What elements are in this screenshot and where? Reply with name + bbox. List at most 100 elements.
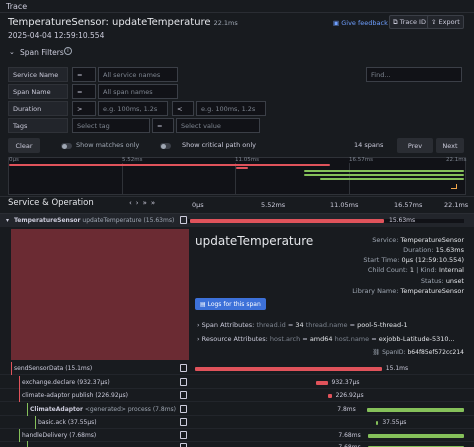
attr-value: exjobb-Latitude-5310... — [378, 335, 455, 343]
logs-icon[interactable] — [180, 418, 187, 426]
duration-max-input[interactable]: e.g. 100ms, 1.2s — [196, 101, 266, 116]
span-name-select[interactable]: All span names — [98, 84, 178, 99]
next-button[interactable]: Next — [436, 138, 464, 153]
attr-key: thread.id — [256, 321, 286, 329]
attr-key: thread.name — [305, 321, 348, 329]
span-id-label: SpanID: — [382, 349, 406, 356]
trace-duration: 22.1ms — [213, 19, 238, 27]
detail-duration: Duration: 15.63ms — [403, 246, 464, 254]
tree-guide — [27, 403, 28, 416]
detail-child-value: 1 — [409, 266, 415, 274]
span-name: ClimateAdaptor <generated> process (7.8m… — [30, 406, 176, 413]
minimap-span — [304, 170, 464, 172]
duration-min-input[interactable]: e.g. 100ms, 1.2s — [98, 101, 168, 116]
minimap-span — [9, 164, 330, 166]
tag-operator[interactable]: = — [152, 118, 174, 133]
show-critical-toggle[interactable] — [160, 143, 171, 149]
detail-service: Service: TemperatureSensor — [372, 236, 464, 244]
trace-id-button[interactable]: ⧉ Trace ID — [389, 15, 430, 29]
axis-tick: 22.1ms — [444, 201, 469, 209]
logs-icon[interactable] — [180, 431, 187, 439]
prev-button[interactable]: Prev — [397, 138, 433, 153]
tag-select[interactable]: Select tag — [72, 118, 150, 133]
show-critical-label: Show critical path only — [182, 141, 257, 149]
logs-icon[interactable] — [180, 443, 187, 447]
detail-library-label: Library Name: — [352, 287, 399, 295]
resource-attributes-row[interactable]: › Resource Attributes: host.arch = amd64… — [197, 335, 455, 343]
span-bar[interactable] — [367, 408, 464, 412]
minimap-tick: 16.57ms — [349, 157, 373, 163]
give-feedback-label: Give feedback — [341, 19, 388, 27]
span-bar[interactable] — [328, 394, 332, 398]
span-attributes-row[interactable]: › Span Attributes: thread.id = 34 thread… — [197, 321, 408, 329]
logs-icon[interactable] — [180, 405, 187, 413]
attr-value: pool-5-thread-1 — [357, 321, 408, 329]
show-matches-label: Show matches only — [76, 141, 140, 149]
service-name-operator[interactable]: = — [72, 67, 96, 82]
logs-for-span-button[interactable]: ▤ Logs for this span — [195, 298, 266, 310]
axis-tick: 5.52ms — [261, 201, 286, 209]
expand-caret[interactable]: ▾ — [6, 217, 9, 224]
detail-library: Library Name: TemperatureSensor — [352, 287, 464, 295]
trace-title-text: TemperatureSensor: updateTemperature — [8, 17, 211, 28]
minimap-tick: 11.05ms — [235, 157, 259, 163]
trace-title: TemperatureSensor: updateTemperature 22.1… — [8, 17, 238, 28]
show-matches-toggle[interactable] — [61, 143, 72, 149]
trace-section-label: Trace — [6, 2, 28, 11]
axis-tick: 0μs — [192, 201, 204, 209]
detail-status-label: Status: — [420, 277, 444, 285]
service-name-label: Service Name — [8, 67, 68, 82]
export-button[interactable]: ⇪ Export — [427, 15, 464, 29]
logs-icon[interactable] — [180, 391, 187, 399]
axis-tick: 11.05ms — [330, 201, 359, 209]
span-duration: 15.63ms — [389, 217, 416, 224]
resource-attributes-label: Resource Attributes: — [201, 335, 268, 343]
span-id[interactable]: ⛓ SpanID: b64f85ef572cc214 — [373, 349, 464, 356]
span-name: handleDelivery (7.68ms) — [22, 432, 97, 439]
root-span-label: TemperatureSensor updateTemperature (15.… — [14, 217, 174, 224]
detail-status-value: unset — [445, 277, 464, 285]
detail-service-value: TemperatureSensor — [400, 236, 464, 244]
service-name: TemperatureSensor — [14, 217, 81, 224]
detail-duration-label: Duration: — [403, 246, 434, 254]
trace-id-label: Trace ID — [399, 18, 426, 26]
tree-guide — [19, 389, 20, 402]
span-bar[interactable] — [190, 219, 384, 223]
span-duration: 226.92μs — [335, 392, 364, 399]
chevron-down-icon[interactable]: ⌄ — [9, 48, 15, 56]
service-operation-header: Service & Operation — [8, 198, 94, 208]
detail-color-bar — [11, 229, 189, 360]
attr-value: amd64 — [309, 335, 333, 343]
detail-start-label: Start Time: — [363, 256, 400, 264]
duration-min-operator[interactable]: > — [72, 101, 96, 116]
logs-icon[interactable] — [180, 216, 187, 224]
span-id-value: b64f85ef572cc214 — [407, 349, 465, 356]
minimap-gridline — [122, 163, 123, 194]
operation-name: <generated> process (7.8ms) — [83, 406, 177, 413]
span-bar[interactable] — [316, 381, 328, 385]
tree-guide — [27, 441, 28, 447]
minimap-tick: 5.52ms — [122, 157, 143, 163]
comment-icon: ▣ — [333, 19, 340, 27]
minimap-tick: 22.1ms — [446, 157, 467, 163]
operation-name: updateTemperature (15.63ms) — [82, 217, 175, 224]
detail-kind-label: Kind: — [420, 266, 437, 274]
duration-max-operator[interactable]: < — [172, 101, 194, 116]
detail-library-value: TemperatureSensor — [400, 287, 464, 295]
detail-service-label: Service: — [372, 236, 399, 244]
span-name-operator[interactable]: = — [72, 84, 96, 99]
logs-for-span-label: Logs for this span — [207, 300, 261, 308]
logs-icon[interactable] — [180, 378, 187, 386]
service-name-select[interactable]: All service names — [98, 67, 178, 82]
span-bar[interactable] — [195, 367, 382, 371]
tags-label: Tags — [8, 118, 68, 133]
collapse-controls[interactable]: ‹›»» — [129, 199, 159, 207]
logs-icon[interactable] — [180, 364, 187, 372]
clear-button[interactable]: Clear — [8, 138, 40, 153]
info-icon[interactable]: i — [64, 47, 72, 55]
span-bar[interactable] — [368, 434, 464, 438]
give-feedback-link[interactable]: ▣ Give feedback — [333, 19, 388, 27]
detail-duration-value: 15.63ms — [435, 246, 464, 254]
find-input[interactable]: Find... — [366, 67, 462, 82]
tag-value-select[interactable]: Select value — [176, 118, 260, 133]
